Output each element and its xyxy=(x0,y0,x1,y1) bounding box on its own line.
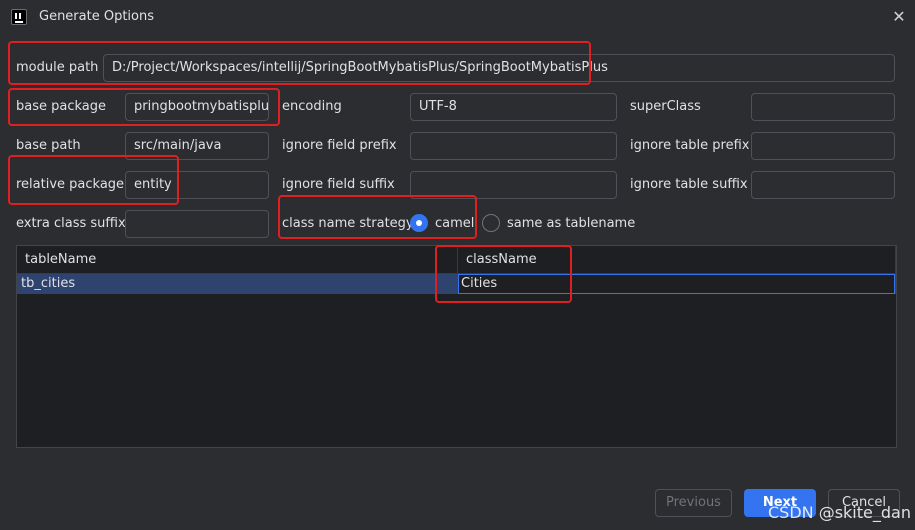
window-title: Generate Options xyxy=(39,9,155,24)
extra-class-suffix-field[interactable] xyxy=(125,210,269,238)
ignore-table-prefix-label: ignore table prefix xyxy=(630,138,750,153)
base-path-label: base path xyxy=(16,138,81,153)
ignore-table-suffix-label: ignore table suffix xyxy=(630,177,748,192)
ignore-table-suffix-field[interactable] xyxy=(751,171,895,199)
cell-classname-editor[interactable]: Cities xyxy=(458,274,895,294)
ignore-field-suffix-field[interactable] xyxy=(410,171,617,199)
base-package-label: base package xyxy=(16,99,107,114)
cell-tablename[interactable]: tb_cities xyxy=(21,274,451,294)
class-name-strategy-label: class name strategy xyxy=(282,216,414,231)
watermark: CSDN @skite_dan xyxy=(768,503,911,522)
radio-camel[interactable] xyxy=(410,214,428,232)
extra-class-suffix-label: extra class suffix xyxy=(16,216,126,231)
super-class-field[interactable] xyxy=(751,93,895,121)
radio-same-as-tablename[interactable] xyxy=(482,214,500,232)
ignore-field-prefix-field[interactable] xyxy=(410,132,617,160)
intellij-icon xyxy=(11,9,27,25)
radio-camel-label[interactable]: camel xyxy=(435,216,474,231)
table-mapping: tableName className tb_cities Cities xyxy=(16,245,897,448)
relative-package-label: relative package xyxy=(16,177,125,192)
base-path-field[interactable]: src/main/java xyxy=(125,132,269,160)
table-row[interactable]: tb_cities Cities xyxy=(17,274,896,294)
base-package-field[interactable]: pringbootmybatisplus xyxy=(125,93,269,121)
encoding-field[interactable]: UTF-8 xyxy=(410,93,617,121)
super-class-label: superClass xyxy=(630,99,701,114)
ignore-field-prefix-label: ignore field prefix xyxy=(282,138,397,153)
relative-package-field[interactable]: entity xyxy=(125,171,269,199)
encoding-label: encoding xyxy=(282,99,342,114)
module-path-label: module path xyxy=(16,60,99,75)
column-header-classname[interactable]: className xyxy=(458,246,896,273)
ignore-table-prefix-field[interactable] xyxy=(751,132,895,160)
close-icon[interactable]: ✕ xyxy=(890,8,908,26)
radio-same-as-tablename-label[interactable]: same as tablename xyxy=(507,216,635,231)
ignore-field-suffix-label: ignore field suffix xyxy=(282,177,395,192)
column-header-tablename[interactable]: tableName xyxy=(17,246,458,273)
module-path-field[interactable]: D:/Project/Workspaces/intellij/SpringBoo… xyxy=(103,54,895,82)
previous-button[interactable]: Previous xyxy=(655,489,732,517)
